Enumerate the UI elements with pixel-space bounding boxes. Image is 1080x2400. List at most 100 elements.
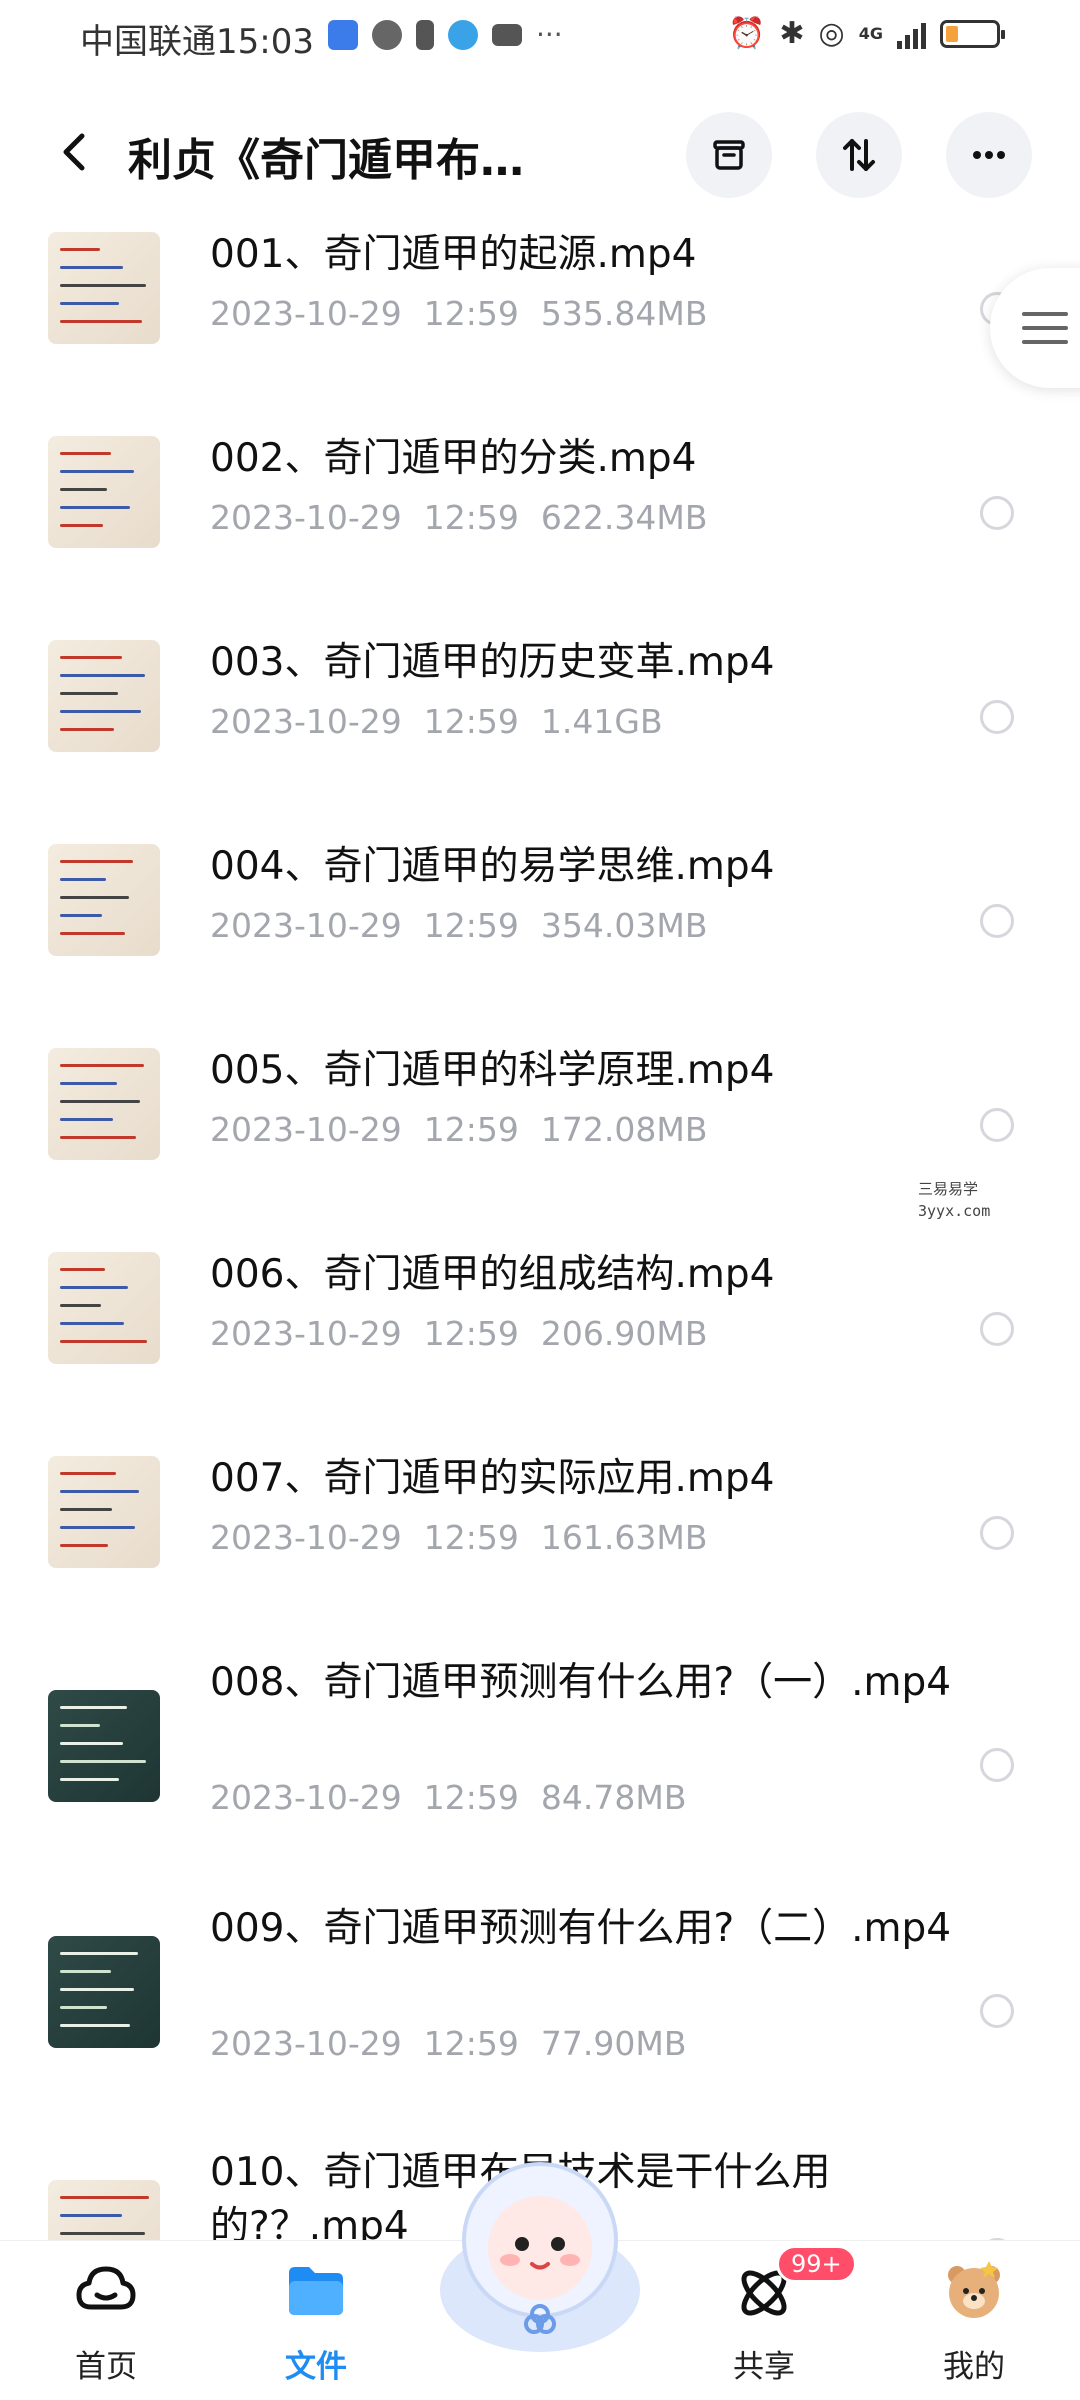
nav-files[interactable]: 文件 xyxy=(236,2241,396,2400)
cart-icon xyxy=(492,23,522,46)
file-size: 535.84MB xyxy=(540,294,708,333)
bear-avatar-icon xyxy=(948,2261,1000,2318)
network-type: 4G xyxy=(858,24,883,43)
file-size: 354.03MB xyxy=(540,906,708,945)
nav-files-label: 文件 xyxy=(285,2349,347,2385)
file-size: 84.78MB xyxy=(540,1778,687,1817)
video-thumbnail xyxy=(48,844,160,956)
video-thumbnail xyxy=(48,640,160,752)
select-radio[interactable] xyxy=(980,1994,1014,2028)
file-date: 2023-10-29 xyxy=(210,498,402,537)
video-thumbnail xyxy=(48,436,160,548)
select-radio[interactable] xyxy=(980,496,1014,530)
select-radio[interactable] xyxy=(980,1748,1014,1782)
video-thumbnail xyxy=(48,232,160,344)
bottom-nav: 首页 文件 99+ 共享 我的 xyxy=(0,2162,1080,2400)
video-thumbnail xyxy=(48,1252,160,1364)
mascot-icon xyxy=(440,2162,640,2352)
file-time: 12:59 xyxy=(423,1314,519,1353)
file-meta: 2023-10-29 12:59 535.84MB xyxy=(210,294,707,333)
watermark: 三易易学 3yyx.com xyxy=(918,1178,990,1222)
file-meta: 2023-10-29 12:59 172.08MB xyxy=(210,1110,707,1149)
file-date: 2023-10-29 xyxy=(210,1778,402,1817)
file-size: 77.90MB xyxy=(540,2024,687,2063)
hamburger-icon xyxy=(1022,312,1068,344)
file-list[interactable]: 001、奇门遁甲的起源.mp4 2023-10-29 12:59 535.84MB 00… xyxy=(0,210,1080,2240)
file-row[interactable]: 006、奇门遁甲的组成结构.mp4 2023-10-29 12:59 206.90MB xyxy=(0,1230,1080,1434)
select-radio[interactable] xyxy=(980,904,1014,938)
sort-button[interactable] xyxy=(816,112,902,198)
file-name: 003、奇门遁甲的历史变革.mp4 xyxy=(210,640,775,685)
page-title: 利贞《奇门遁甲布… xyxy=(128,135,524,186)
file-date: 2023-10-29 xyxy=(210,1314,402,1353)
video-thumbnail xyxy=(48,2180,160,2240)
file-time: 12:59 xyxy=(423,906,519,945)
globe-icon xyxy=(448,19,478,50)
share-badge: 99+ xyxy=(776,2245,857,2283)
mascot-assistant-button[interactable] xyxy=(430,2140,650,2360)
select-radio[interactable] xyxy=(980,700,1014,734)
file-meta: 2023-10-29 12:59 77.90MB xyxy=(210,2024,686,2063)
file-time: 12:59 xyxy=(423,702,519,741)
file-name: 008、奇门遁甲预测有什么用?（一）.mp4 xyxy=(210,1660,952,1705)
archive-button[interactable] xyxy=(686,112,772,198)
header: 利贞《奇门遁甲布… xyxy=(0,100,1080,210)
file-time: 12:59 xyxy=(423,2024,519,2063)
select-radio[interactable] xyxy=(980,1312,1014,1346)
file-row[interactable]: 007、奇门遁甲的实际应用.mp4 2023-10-29 12:59 161.63MB xyxy=(0,1434,1080,1638)
nav-share[interactable]: 99+ 共享 xyxy=(684,2241,857,2400)
file-time: 12:59 xyxy=(423,1778,519,1817)
file-name: 009、奇门遁甲预测有什么用?（二）.mp4 xyxy=(210,1906,952,1951)
file-size: 1.41GB xyxy=(540,702,663,741)
file-name: 004、奇门遁甲的易学思维.mp4 xyxy=(210,844,775,889)
alarm-icon: ⏰ xyxy=(728,16,766,51)
file-name: 001、奇门遁甲的起源.mp4 xyxy=(210,232,697,277)
file-meta: 2023-10-29 12:59 354.03MB xyxy=(210,906,707,945)
alert-icon xyxy=(416,19,434,50)
more-icon xyxy=(973,151,1005,159)
file-time: 12:59 xyxy=(423,1110,519,1149)
file-meta: 2023-10-29 12:59 84.78MB xyxy=(210,1778,686,1817)
file-size: 622.34MB xyxy=(540,498,708,537)
system-icons: ⏰ ✱ ◎ 4G xyxy=(728,16,1005,51)
video-thumbnail xyxy=(48,1690,160,1802)
status-carrier-time: 中国联通15:03 xyxy=(80,14,314,63)
file-meta: 2023-10-29 12:59 1.41GB xyxy=(210,702,663,741)
file-row[interactable]: 003、奇门遁甲的历史变革.mp4 2023-10-29 12:59 1.41GB xyxy=(0,618,1080,822)
archive-icon xyxy=(713,140,745,170)
file-row[interactable]: 008、奇门遁甲预测有什么用?（一）.mp4 2023-10-29 12:59 84.… xyxy=(0,1638,1080,1882)
file-size: 172.08MB xyxy=(540,1110,708,1149)
nav-home[interactable]: 首页 xyxy=(26,2241,186,2400)
file-name: 005、奇门遁甲的科学原理.mp4 xyxy=(210,1048,775,1093)
file-row[interactable]: 004、奇门遁甲的易学思维.mp4 2023-10-29 12:59 354.03MB xyxy=(0,822,1080,1026)
sort-icon xyxy=(843,139,875,171)
file-size: 206.90MB xyxy=(540,1314,708,1353)
file-time: 12:59 xyxy=(423,294,519,333)
file-row[interactable]: 001、奇门遁甲的起源.mp4 2023-10-29 12:59 535.84MB xyxy=(0,210,1080,414)
chevron-left-icon xyxy=(63,133,85,171)
signal-icon xyxy=(897,19,926,49)
file-name: 002、奇门遁甲的分类.mp4 xyxy=(210,436,697,481)
select-radio[interactable] xyxy=(980,1108,1014,1142)
more-button[interactable] xyxy=(946,112,1032,198)
back-button[interactable] xyxy=(46,122,106,182)
file-meta: 2023-10-29 12:59 206.90MB xyxy=(210,1314,707,1353)
file-date: 2023-10-29 xyxy=(210,906,402,945)
status-bar: 中国联通15:03 ··· ⏰ ✱ ◎ 4G xyxy=(0,0,1080,72)
file-date: 2023-10-29 xyxy=(210,1518,402,1557)
nav-me[interactable]: 我的 xyxy=(894,2241,1054,2400)
video-thumbnail xyxy=(48,1048,160,1160)
file-row[interactable]: 009、奇门遁甲预测有什么用?（二）.mp4 2023-10-29 12:59 77.… xyxy=(0,1884,1080,2128)
file-date: 2023-10-29 xyxy=(210,1110,402,1149)
video-thumbnail xyxy=(48,1456,160,1568)
nav-share-label: 共享 xyxy=(733,2349,795,2385)
more-notifications-icon: ··· xyxy=(536,18,563,51)
battery-icon xyxy=(940,19,1005,48)
file-date: 2023-10-29 xyxy=(210,702,402,741)
cloud-icon xyxy=(76,2266,136,2310)
file-row[interactable]: 002、奇门遁甲的分类.mp4 2023-10-29 12:59 622.34MB xyxy=(0,414,1080,618)
file-meta: 2023-10-29 12:59 161.63MB xyxy=(210,1518,707,1557)
app-notification-icon xyxy=(328,19,358,50)
select-radio[interactable] xyxy=(980,1516,1014,1550)
watermark-line2: 3yyx.com xyxy=(918,1202,991,1220)
